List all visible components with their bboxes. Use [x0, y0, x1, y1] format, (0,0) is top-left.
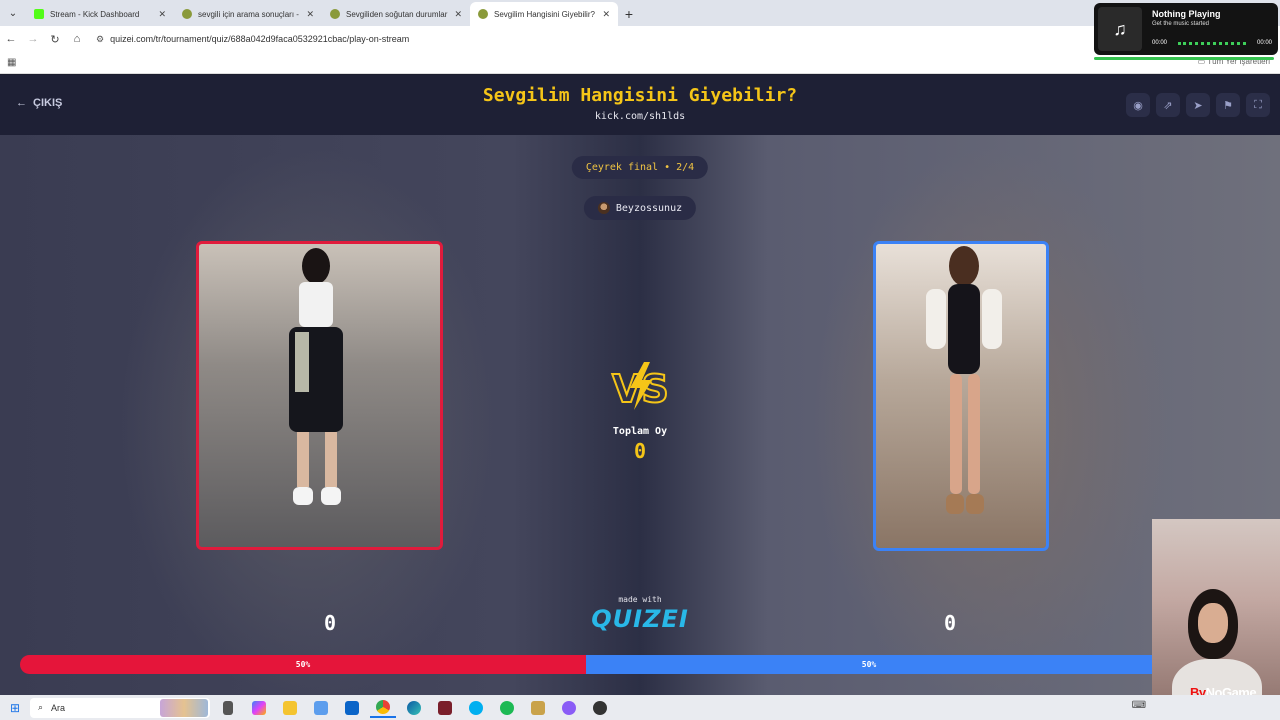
edge-icon[interactable] [401, 698, 427, 718]
made-with-label: made with [618, 595, 662, 604]
tab-label: sevgili için arama sonuçları - Qu [198, 9, 301, 19]
now-playing-widget: ♫ Nothing Playing Get the music started … [1094, 3, 1278, 55]
forward-arrow-icon[interactable]: → [22, 33, 44, 45]
address-bar: ← → ↻ ⌂ ⚙ quizei.com/tr/tournament/quiz/… [0, 26, 1280, 52]
copilot-icon[interactable] [246, 698, 272, 718]
tab-close-icon[interactable]: ✕ [454, 9, 462, 20]
store-icon[interactable] [308, 698, 334, 718]
user-name: Beyzossunuz [615, 202, 683, 214]
back-arrow-icon[interactable]: ← [0, 33, 22, 45]
spotify-icon[interactable] [494, 698, 520, 718]
fullscreen-icon[interactable]: ⛶ [1246, 93, 1270, 117]
windows-start-icon[interactable]: ⊞ [0, 701, 30, 715]
tab-close-icon[interactable]: ✕ [306, 9, 314, 20]
taskbar-search[interactable]: ⌕ Ara [30, 697, 210, 718]
flag-icon[interactable]: ⚑ [1216, 93, 1240, 117]
vote-bar-right: 50% [586, 655, 1152, 674]
app-icon[interactable] [432, 698, 458, 718]
search-label: Ara [51, 702, 66, 713]
site-settings-icon[interactable]: ⚙ [96, 34, 104, 45]
vote-split-bar: 50% 50% [20, 655, 1152, 674]
home-icon[interactable]: ⌂ [66, 33, 88, 45]
round-badge: Çeyrek final • 2/4 [571, 156, 709, 179]
quiz-title: Sevgilim Hangisini Giyebilir? [482, 85, 798, 106]
quiz-stage: ← ÇIKIŞ Sevgilim Hangisini Giyebilir? ki… [0, 75, 1280, 695]
quizei-favicon-icon [330, 9, 340, 19]
kick-favicon-icon [34, 9, 44, 19]
now-playing-times: 00:00 00:00 [1152, 40, 1272, 46]
right-percent: 50% [861, 660, 877, 669]
quizei-logo[interactable]: QUIZEI [0, 605, 1280, 633]
browser-tab-strip: ⌄ Stream - Kick Dashboard ✕ sevgili için… [0, 0, 1280, 26]
outfit-photo-right [926, 246, 1002, 514]
outlook-icon[interactable] [339, 698, 365, 718]
search-highlight-image [160, 698, 208, 717]
obs-icon[interactable] [587, 698, 613, 718]
chrome-icon[interactable] [370, 698, 396, 718]
discord-icon[interactable] [556, 698, 582, 718]
url-field[interactable]: ⚙ quizei.com/tr/tournament/quiz/688a042d… [96, 34, 409, 45]
file-explorer-icon[interactable] [277, 698, 303, 718]
total-votes-value: 0 [633, 439, 647, 463]
total-votes-label: Toplam Oy [612, 426, 668, 437]
right-score: 0 [943, 611, 957, 635]
reload-icon[interactable]: ↻ [44, 33, 66, 46]
url-text: quizei.com/tr/tournament/quiz/688a042d9f… [110, 34, 410, 44]
streamer-face [1198, 603, 1228, 643]
tab-close-icon[interactable]: ✕ [602, 9, 610, 20]
time-end: 00:00 [1256, 40, 1272, 46]
quizei-favicon-icon [182, 9, 192, 19]
bookmarks-bar: ▦ ▭ Tüm Yer İşaretleri [0, 52, 1280, 74]
browser-tab-article[interactable]: Sevgiliden soğutan durumlar - ✕ [322, 2, 470, 26]
quizei-favicon-icon [478, 9, 488, 19]
browser-tab-search[interactable]: sevgili için arama sonuçları - Qu ✕ [174, 2, 322, 26]
external-link-icon[interactable]: ⇗ [1156, 93, 1180, 117]
webcam-overlay: ByNoGame [1152, 519, 1280, 720]
keyboard-icon[interactable]: ⌨ [1132, 700, 1146, 711]
task-view-icon[interactable] [215, 698, 241, 718]
apps-grid-icon[interactable]: ▦ [7, 57, 16, 68]
versus-lightning-icon: VS [611, 362, 670, 412]
skype-icon[interactable] [463, 698, 489, 718]
now-playing-title: Nothing Playing [1152, 9, 1221, 19]
tab-search-chevron-icon[interactable]: ⌄ [0, 0, 26, 26]
new-tab-plus-icon[interactable]: + [618, 2, 640, 26]
tab-label: Stream - Kick Dashboard [50, 9, 140, 19]
outfit-photo-left [289, 248, 343, 505]
left-percent: 50% [295, 660, 311, 669]
send-icon[interactable]: ➤ [1186, 93, 1210, 117]
now-playing-subtitle: Get the music started [1152, 21, 1210, 27]
now-playing-progress [1094, 57, 1274, 60]
eye-icon[interactable]: ◉ [1126, 93, 1150, 117]
left-score: 0 [323, 611, 337, 635]
browser-tab-quiz[interactable]: Sevgilim Hangisini Giyebilir? - Q ✕ [470, 2, 618, 26]
user-badge: Beyzossunuz [583, 196, 697, 220]
game-icon[interactable] [525, 698, 551, 718]
avatar [597, 202, 610, 214]
windows-taskbar: ⊞ ⌕ Ara ⌨ [0, 695, 1280, 720]
tab-label: Sevgilim Hangisini Giyebilir? - Q [494, 9, 596, 19]
quiz-header: ← ÇIKIŞ Sevgilim Hangisini Giyebilir? ki… [0, 75, 1280, 135]
header-tools: ◉ ⇗ ➤ ⚑ ⛶ [1126, 93, 1270, 117]
vote-bar-left: 50% [20, 655, 586, 674]
channel-link: kick.com/sh1lds [594, 111, 686, 122]
time-start: 00:00 [1152, 40, 1168, 46]
option-card-left[interactable] [196, 241, 443, 550]
music-note-icon: ♫ [1098, 7, 1142, 51]
option-card-right[interactable] [873, 241, 1049, 551]
search-icon: ⌕ [38, 702, 44, 712]
tab-close-icon[interactable]: ✕ [158, 9, 166, 20]
tab-label: Sevgiliden soğutan durumlar - [346, 9, 449, 19]
browser-tab-kick[interactable]: Stream - Kick Dashboard ✕ [26, 2, 174, 26]
